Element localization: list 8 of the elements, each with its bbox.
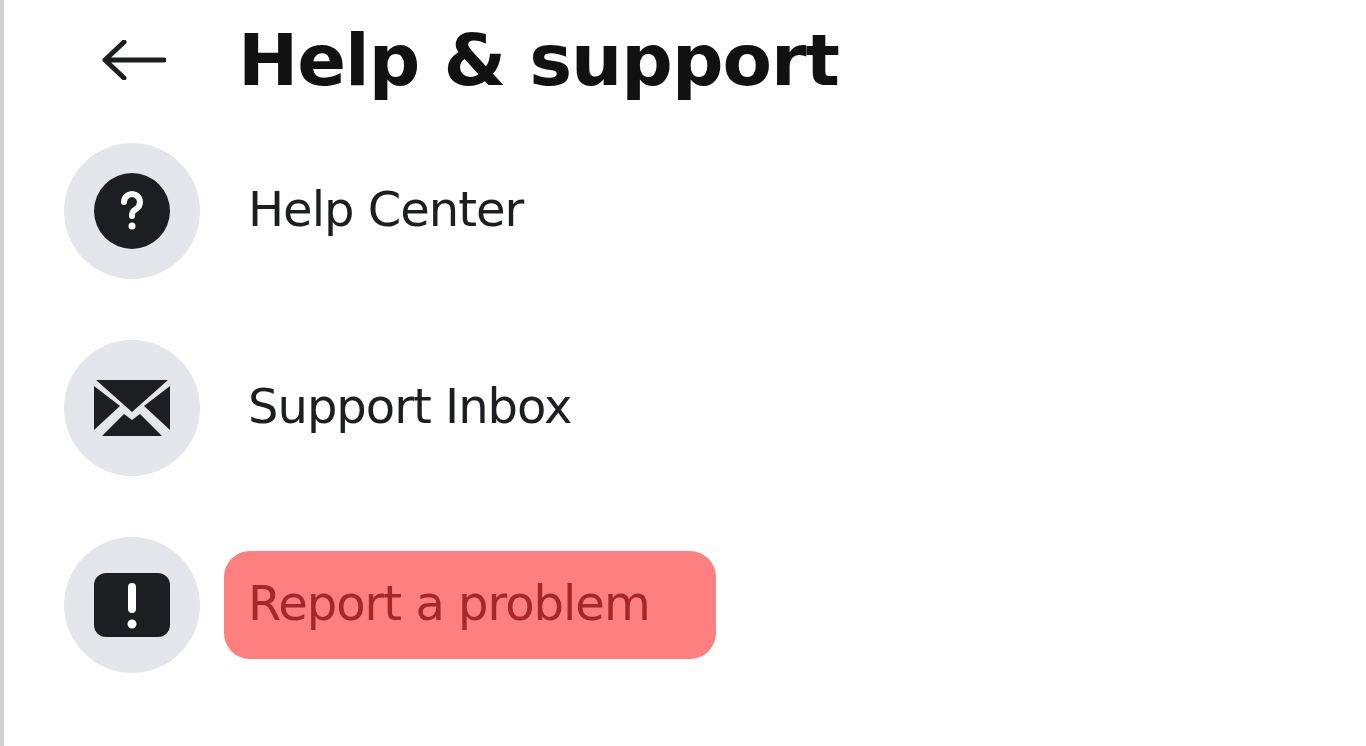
page-title: Help & support — [238, 18, 839, 102]
back-button[interactable] — [100, 40, 166, 80]
menu-item[interactable]: Help Center — [224, 156, 548, 265]
envelope-icon — [94, 379, 170, 436]
menu-item[interactable]: Support Inbox — [224, 353, 596, 462]
question-icon — [94, 172, 170, 249]
back-arrow-icon — [100, 40, 166, 80]
exclamation-icon — [94, 572, 170, 637]
